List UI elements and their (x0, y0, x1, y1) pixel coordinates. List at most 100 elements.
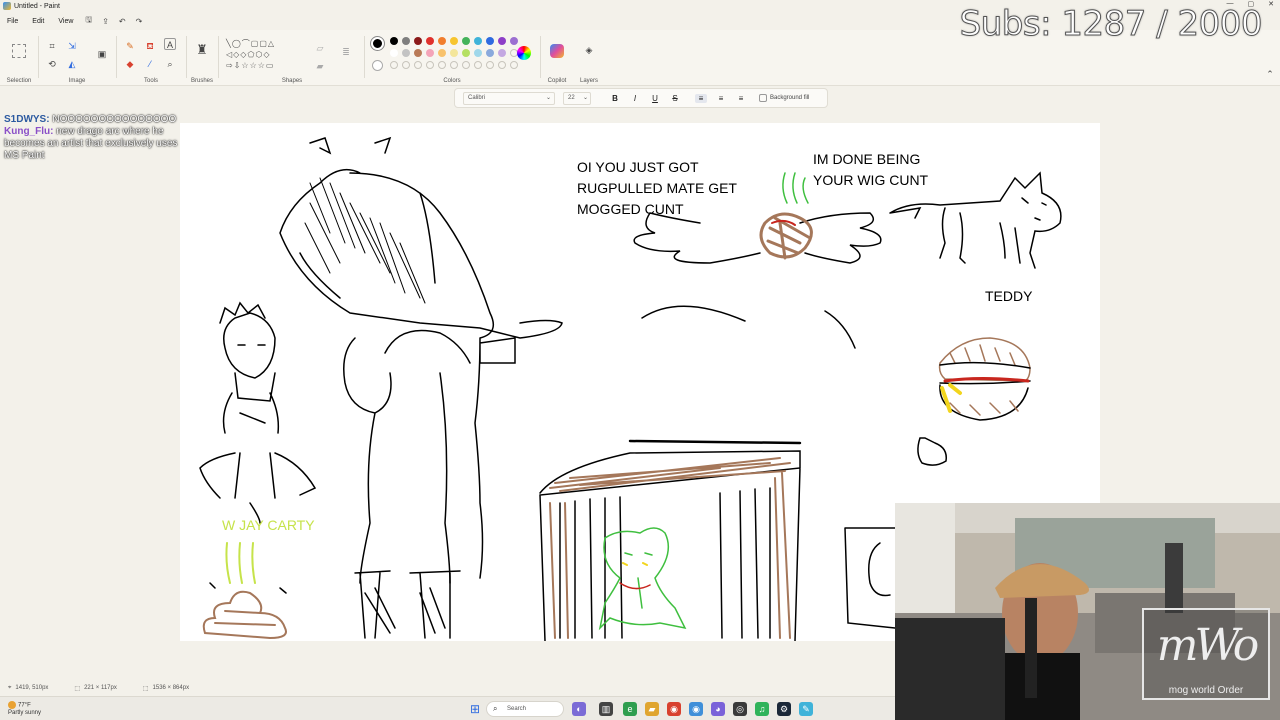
underline-button[interactable]: U (649, 94, 661, 103)
selection-group: Selection (0, 34, 38, 84)
copilot-icon[interactable] (550, 44, 564, 58)
empty-color-slot[interactable] (414, 61, 422, 69)
menu-file[interactable]: File (0, 18, 25, 25)
color-picker-icon[interactable]: ⁄ (144, 58, 156, 70)
taskbar-search-label: Search (507, 706, 527, 712)
shape-size-icon[interactable]: ≣ (340, 46, 352, 58)
image-select-icon[interactable]: ▣ (96, 48, 108, 60)
strikethrough-button[interactable]: S (669, 94, 681, 103)
color-swatch[interactable] (438, 49, 446, 57)
color-swatch[interactable] (390, 49, 398, 57)
color-swatch[interactable] (462, 37, 470, 45)
chrome-alt-icon[interactable]: ◉ (689, 702, 703, 716)
color-swatch[interactable] (390, 37, 398, 45)
menu-edit[interactable]: Edit (25, 18, 51, 25)
color-swatch[interactable] (498, 37, 506, 45)
ribbon-collapse-icon[interactable]: ⌃ (1264, 68, 1276, 80)
empty-color-slot[interactable] (474, 61, 482, 69)
edge-icon[interactable]: e (623, 702, 637, 716)
empty-color-slot[interactable] (498, 61, 506, 69)
copilot-taskbar-icon[interactable]: ◐ (572, 702, 586, 716)
font-size-select[interactable]: 22 ⌄ (563, 91, 591, 105)
paint-taskbar-icon[interactable]: ✎ (799, 702, 813, 716)
color-swatch[interactable] (474, 49, 482, 57)
color-swatch[interactable] (450, 49, 458, 57)
align-center-button[interactable]: ≡ (715, 94, 727, 103)
color-swatch[interactable] (438, 37, 446, 45)
shapes-group-label: Shapes (281, 78, 303, 84)
align-left-button[interactable]: ≡ (695, 93, 707, 103)
magnifier-icon[interactable]: ⌕ (164, 58, 176, 70)
empty-color-slot[interactable] (510, 61, 518, 69)
text-tool-icon[interactable]: A (164, 38, 176, 50)
font-family-select[interactable]: Calibri ⌄ (463, 91, 555, 105)
color-swatch[interactable] (486, 37, 494, 45)
empty-color-slot[interactable] (462, 61, 470, 69)
color-swatch[interactable] (474, 37, 482, 45)
color-swatch[interactable] (402, 49, 410, 57)
wig-line-2: YOUR WIG CUNT (813, 172, 929, 188)
shape-outline-icon[interactable]: ▱ (314, 42, 326, 54)
color-swatch[interactable] (402, 37, 410, 45)
background-fill-toggle[interactable]: Background fill (759, 94, 809, 102)
rugpull-line-3: MOGGED CUNT (577, 201, 684, 217)
taskbar-search[interactable]: ⌕ Search (486, 701, 564, 717)
shape-fill-icon[interactable]: ▰ (314, 60, 326, 72)
discord-icon[interactable]: ◕ (711, 702, 725, 716)
search-icon: ⌕ (493, 704, 498, 713)
empty-color-slot[interactable] (438, 61, 446, 69)
empty-color-slot[interactable] (402, 61, 410, 69)
color-swatch[interactable] (414, 37, 422, 45)
rotate-icon[interactable]: ⟲ (46, 58, 58, 70)
file-explorer-icon[interactable]: ▰ (645, 702, 659, 716)
empty-color-slot[interactable] (426, 61, 434, 69)
pencil-icon[interactable]: ✎ (124, 40, 136, 52)
color-swatch[interactable] (510, 37, 518, 45)
chrome-icon[interactable]: ◉ (667, 702, 681, 716)
weather-widget[interactable]: 77°F Partly sunny (8, 701, 41, 717)
layers-icon[interactable]: ◈ (583, 44, 595, 56)
resize-icon[interactable]: ⇲ (66, 40, 78, 52)
teddy-label: TEDDY (985, 288, 1033, 304)
bold-button[interactable]: B (609, 94, 621, 103)
background-fill-checkbox[interactable] (759, 94, 767, 102)
task-view-icon[interactable]: ▥ (599, 702, 613, 716)
redo-icon[interactable]: ↷ (131, 17, 148, 26)
obs-icon[interactable]: ◎ (733, 702, 747, 716)
align-right-button[interactable]: ≡ (735, 94, 747, 103)
color-swatch[interactable] (414, 49, 422, 57)
empty-color-slot[interactable] (486, 61, 494, 69)
crop-icon[interactable]: ⌗ (46, 40, 58, 52)
select-rectangle-icon[interactable] (12, 44, 26, 58)
steam-icon[interactable]: ⚙ (777, 702, 791, 716)
mwo-logo-caption: mog world Order (1168, 685, 1244, 696)
brush-icon[interactable]: ♜ (196, 43, 208, 56)
close-button[interactable]: ✕ (1268, 0, 1274, 8)
color-swatch[interactable] (426, 37, 434, 45)
font-family-value: Calibri (468, 94, 486, 101)
secondary-color[interactable] (372, 60, 383, 71)
empty-color-slot[interactable] (450, 61, 458, 69)
rugpull-line-2: RUGPULLED MATE GET (577, 180, 737, 196)
shapes-gallery[interactable]: ╲◯⌒▢▢△ ◁◇◇⬠⬡◇ ⇨⇩☆☆☆▭ (226, 38, 306, 71)
menu-view[interactable]: View (51, 18, 80, 25)
edit-colors-icon[interactable] (517, 46, 531, 60)
start-icon[interactable]: ⊞ (468, 702, 482, 716)
spotify-icon[interactable]: ♫ (755, 702, 769, 716)
save-icon[interactable]: 🖫 (80, 14, 97, 28)
color-swatch[interactable] (450, 37, 458, 45)
flip-icon[interactable]: ◭ (66, 58, 78, 70)
primary-color[interactable] (371, 37, 384, 50)
fill-icon[interactable]: ⛾ (144, 40, 156, 52)
colors-group-label: Colors (443, 78, 461, 84)
color-swatch[interactable] (498, 49, 506, 57)
share-icon[interactable]: ⇪ (97, 17, 114, 26)
color-swatch[interactable] (426, 49, 434, 57)
color-swatch[interactable] (486, 49, 494, 57)
color-swatch[interactable] (462, 49, 470, 57)
italic-button[interactable]: I (629, 94, 641, 103)
stream-chat: S1DWYS: NOOOOOOOOOOOOOOO Kung_Flu: new d… (4, 114, 188, 162)
undo-icon[interactable]: ↶ (114, 17, 131, 26)
eraser-icon[interactable]: ◆ (124, 58, 136, 70)
empty-color-slot[interactable] (390, 61, 398, 69)
